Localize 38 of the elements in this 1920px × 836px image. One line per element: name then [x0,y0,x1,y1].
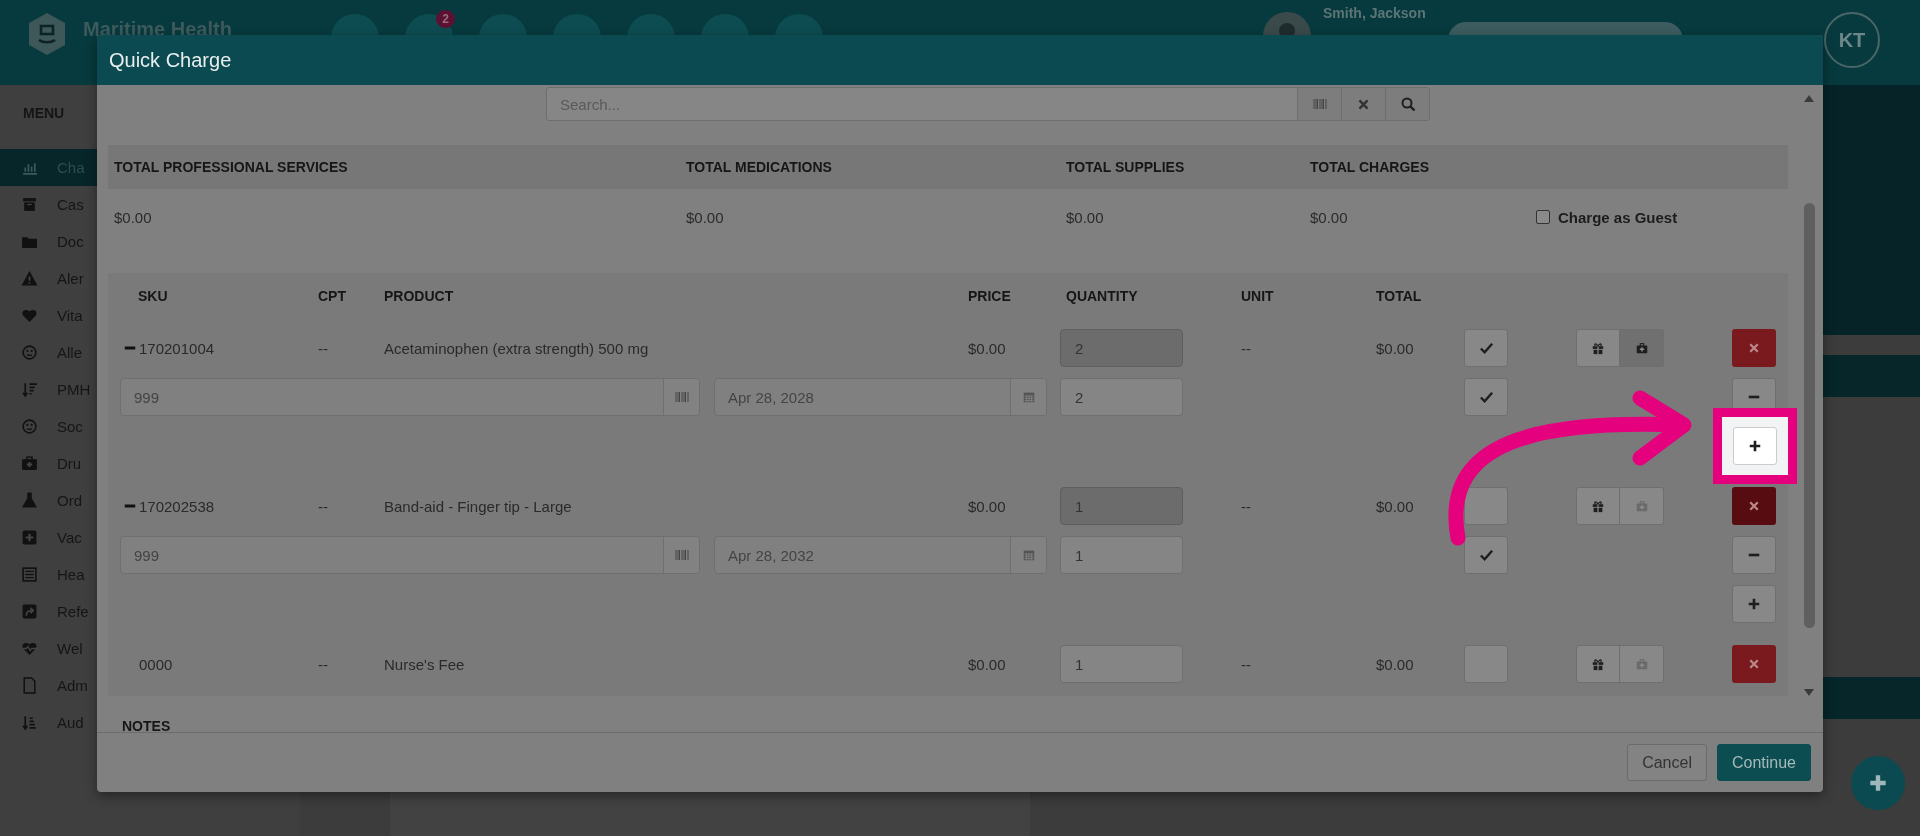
column-header: TOTAL [1375,287,1423,304]
column-header: PRODUCT [383,287,455,304]
column-header: TOTAL SUPPLIES [1066,159,1186,175]
table-cell-text: -- [1240,497,1252,515]
total-value: $0.00 [686,208,725,226]
table-cell-text: $0.00 [1375,339,1415,357]
column-header: QUANTITY [1065,287,1139,304]
column-header: TOTAL MEDICATIONS [686,159,833,175]
table-cell-text: -- [317,655,329,673]
table-cell-text: $0.00 [1375,497,1415,515]
table-cell-text: 0000 [138,655,173,673]
column-header: UNIT [1240,287,1275,304]
section-label: NOTES [122,718,172,732]
patient-name: Smith, Jackson [1323,5,1426,21]
table-cell-text: Nurse's Fee [383,655,466,673]
table-cell: 170202538 [139,497,215,515]
total-value: $0.00 [114,208,153,226]
total-value: $0.00 [1310,208,1349,226]
table-cell-text: $0.00 [967,655,1007,673]
table-cell: 170201004 [139,339,215,357]
table-cell-text: $0.00 [967,339,1007,357]
table-cell-text: $0.00 [1375,655,1415,673]
table-cell-text: -- [1240,655,1252,673]
table-cell-text: Acetaminophen (extra strength) 500 mg [383,339,650,357]
table-cell-text: -- [1240,339,1252,357]
notification-badge: 2 [436,10,455,28]
table-cell-text: -- [317,339,329,357]
column-header: TOTAL CHARGES [1310,159,1430,175]
column-header: PRICE [967,287,1012,304]
checkbox-label: Charge as Guest [1558,208,1678,226]
table-cell-text: Band-aid - Finger tip - Large [383,497,573,515]
column-header: TOTAL PROFESSIONAL SERVICES [114,159,349,175]
table-cell-text: $0.00 [967,497,1007,515]
column-header: CPT [317,287,347,304]
table-cell-text: -- [317,497,329,515]
column-header: SKU [137,287,169,304]
total-value: $0.00 [1066,208,1105,226]
dialog-title: Quick Charge [109,48,232,72]
